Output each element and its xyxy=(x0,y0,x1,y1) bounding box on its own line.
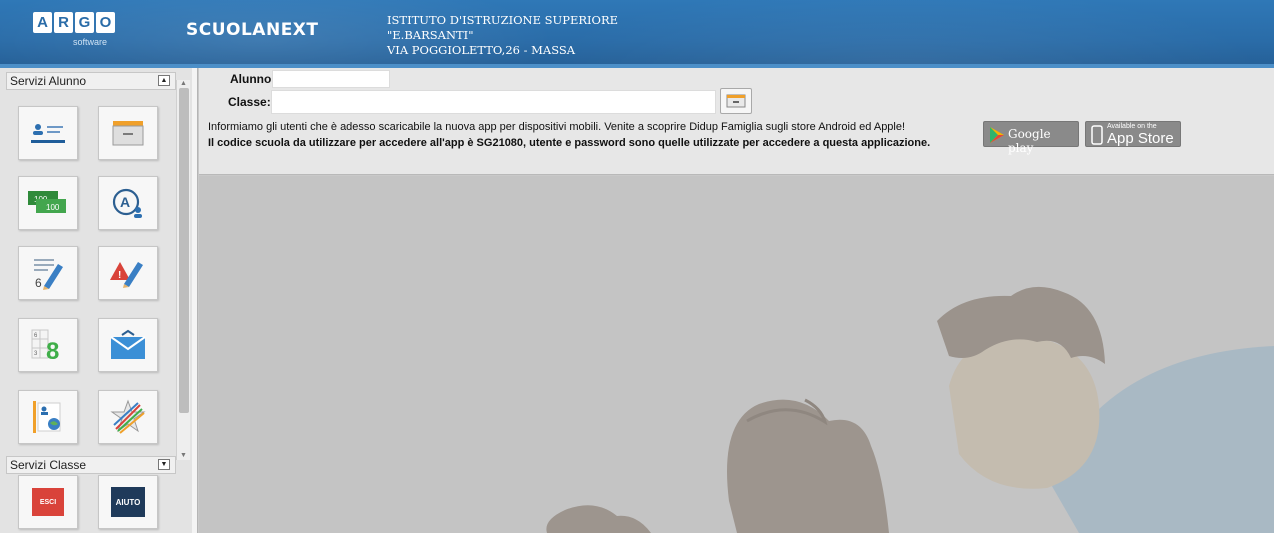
envelope-icon xyxy=(110,329,146,359)
svg-text:6: 6 xyxy=(35,276,42,290)
tile-messages[interactable] xyxy=(98,318,158,372)
servizi-classe-title: Servizi Classe xyxy=(10,458,87,472)
decorative-illustration xyxy=(546,286,1274,533)
app-store-badge[interactable]: Available on the App Store xyxy=(1085,121,1181,147)
classe-label: Classe: xyxy=(228,95,271,109)
info-message-line-1: Informiamo gli utenti che è adesso scari… xyxy=(208,121,906,133)
google-play-badge[interactable]: Google play xyxy=(983,121,1079,155)
alunno-label: Alunno: xyxy=(230,72,276,86)
tile-exit[interactable]: ESCI xyxy=(18,475,78,529)
help-button[interactable]: AIUTO xyxy=(111,487,145,517)
info-message-line-2: Il codice scuola da utilizzare per acced… xyxy=(208,137,931,149)
argo-logo[interactable]: A R G O software xyxy=(33,12,115,48)
scroll-thumb[interactable] xyxy=(179,88,189,413)
app-store-caption: Available on the xyxy=(1107,123,1157,130)
exit-button[interactable]: ESCI xyxy=(32,488,64,516)
app-store-label: App Store xyxy=(1107,130,1174,147)
logo-subtitle: software xyxy=(73,37,108,47)
logo-letter-g: G xyxy=(75,12,94,33)
school-line-2: "E.BARSANTI" xyxy=(387,28,474,42)
servizi-alunno-title: Servizi Alunno xyxy=(10,74,87,88)
colorful-star-icon xyxy=(110,399,146,434)
sidebar: Servizi Alunno ▲ 100 100 A 6 xyxy=(0,68,198,533)
tile-scores[interactable]: 6 3 8 xyxy=(18,318,78,372)
app-header: A R G O software SCUOLANEXT ISTITUTO D'I… xyxy=(0,0,1274,68)
class-picker-icon xyxy=(726,94,746,108)
logo-letter-o: O xyxy=(96,12,115,33)
tile-curriculum[interactable] xyxy=(18,390,78,444)
sidebar-divider xyxy=(192,68,197,533)
tile-archive[interactable] xyxy=(98,106,158,160)
student-globe-icon xyxy=(33,401,61,433)
brand-title: SCUOLANEXT xyxy=(186,20,319,40)
alunno-field[interactable] xyxy=(272,70,390,88)
phone-icon xyxy=(1091,125,1103,145)
svg-text:!: ! xyxy=(118,270,121,281)
class-picker-button[interactable] xyxy=(720,88,752,114)
main-content-area xyxy=(199,176,1274,533)
svg-text:A: A xyxy=(120,194,130,210)
logo-letter-a: A xyxy=(33,12,52,33)
tile-help[interactable]: AIUTO xyxy=(98,475,158,529)
alert-pencil-icon: ! xyxy=(110,262,143,288)
student-selector-bar: Alunno: Classe: Informiamo gli utenti ch… xyxy=(199,68,1274,175)
scroll-up-icon[interactable]: ▲ xyxy=(180,80,187,87)
student-card-icon xyxy=(31,124,65,143)
user-a-icon: A xyxy=(112,188,142,218)
google-play-label: Google play xyxy=(1008,127,1051,155)
collapse-up-icon[interactable]: ▲ xyxy=(158,75,170,86)
svg-text:8: 8 xyxy=(46,338,59,363)
sidebar-scrollbar[interactable]: ▲ ▼ xyxy=(176,80,190,460)
collapse-down-icon[interactable]: ▼ xyxy=(158,459,170,470)
servizi-alunno-header[interactable]: Servizi Alunno ▲ xyxy=(6,72,176,90)
tile-notes[interactable]: ! xyxy=(98,246,158,300)
scroll-down-icon[interactable]: ▼ xyxy=(180,452,187,459)
grade-pencil-icon: 6 xyxy=(34,259,63,290)
servizi-classe-header[interactable]: Servizi Classe ▼ xyxy=(6,456,176,474)
archive-drawer-icon xyxy=(112,121,144,146)
tile-payments[interactable]: 100 100 xyxy=(18,176,78,230)
svg-text:100: 100 xyxy=(46,203,60,212)
tile-bacheca[interactable] xyxy=(98,390,158,444)
banknotes-icon: 100 100 xyxy=(28,191,66,213)
school-line-1: ISTITUTO D'ISTRUZIONE SUPERIORE xyxy=(387,13,619,27)
google-play-icon xyxy=(990,127,1004,143)
school-info: ISTITUTO D'ISTRUZIONE SUPERIORE "E.BARSA… xyxy=(387,13,618,58)
logo-letter-r: R xyxy=(54,12,73,33)
school-line-3: VIA POGGIOLETTO,26 - MASSA xyxy=(387,43,576,57)
tile-account[interactable]: A xyxy=(98,176,158,230)
classe-field[interactable] xyxy=(271,90,716,114)
tile-grades[interactable]: 6 xyxy=(18,246,78,300)
grade-8-icon: 6 3 8 xyxy=(31,329,59,363)
tile-student-card[interactable] xyxy=(18,106,78,160)
